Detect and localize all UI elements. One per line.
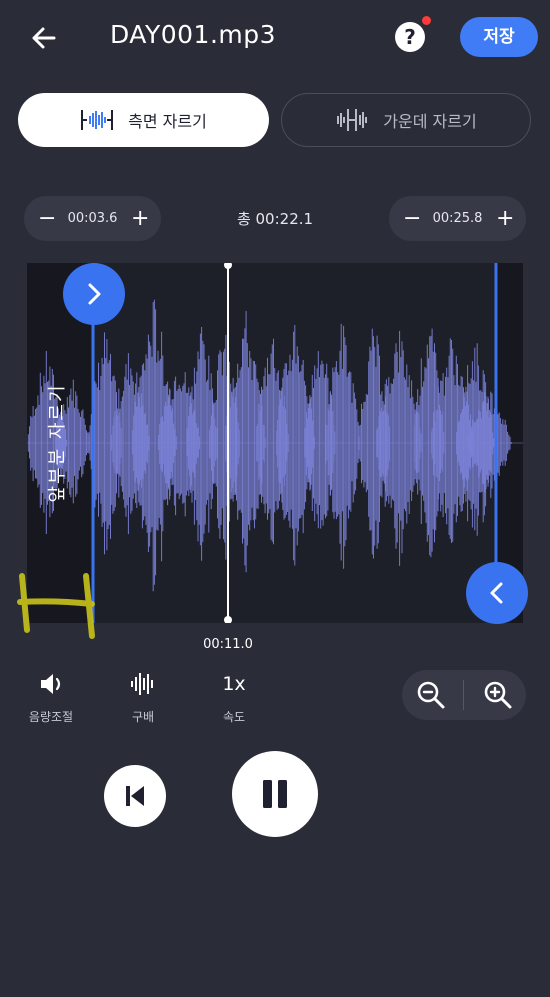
waveform-side-icon [81,110,114,130]
tab-middle-trim-label: 가운데 자르기 [383,112,477,131]
save-button[interactable]: 저장 [460,17,538,57]
trim-start-handle[interactable] [63,263,125,325]
end-decrease-button[interactable]: − [403,206,421,231]
zoom-in-button[interactable] [482,679,514,711]
skip-previous-icon [126,786,144,806]
speed-control[interactable]: 1x 속도 [199,668,269,725]
trim-end-handle[interactable] [466,562,528,624]
speed-value: 1x [222,673,246,695]
volume-label: 음량조절 [28,710,74,724]
chevron-right-icon [88,283,101,305]
pitch-label: 구배 [131,710,155,724]
speed-label: 속도 [222,710,246,724]
waveform-middle-icon [337,109,368,131]
playhead-time: 00:11.0 [203,637,253,652]
end-time-stepper: − 00:25.8 + [389,196,526,241]
arrow-left-icon [32,27,56,49]
playhead-bottom-knob[interactable] [224,616,232,623]
playhead-top-knob[interactable] [224,263,232,269]
chevron-left-icon [490,582,503,604]
trimmed-section-label: 앞부분 자르기 [47,383,68,503]
speaker-icon [41,674,61,694]
end-increase-button[interactable]: + [496,206,514,231]
zoom-out-icon [417,681,445,709]
zoom-in-icon [484,681,512,709]
zoom-out-button[interactable] [415,679,447,711]
pause-icon [263,780,287,808]
pitch-control[interactable]: 구배 [108,668,178,725]
volume-control[interactable]: 음량조절 [16,668,86,725]
waveform-icon [131,673,153,695]
skip-previous-button[interactable] [104,765,166,827]
help-icon[interactable]: ? [395,22,425,52]
end-time-value: 00:25.8 [432,211,483,226]
file-title: DAY001.mp3 [110,20,277,49]
back-button[interactable] [28,22,60,54]
tab-side-trim[interactable]: 측면 자르기 [18,93,269,147]
tab-middle-trim[interactable]: 가운데 자르기 [281,93,531,147]
pause-button[interactable] [232,751,318,837]
zoom-divider [463,680,464,710]
notification-dot [422,16,431,25]
tab-side-trim-label: 측면 자르기 [128,112,207,131]
